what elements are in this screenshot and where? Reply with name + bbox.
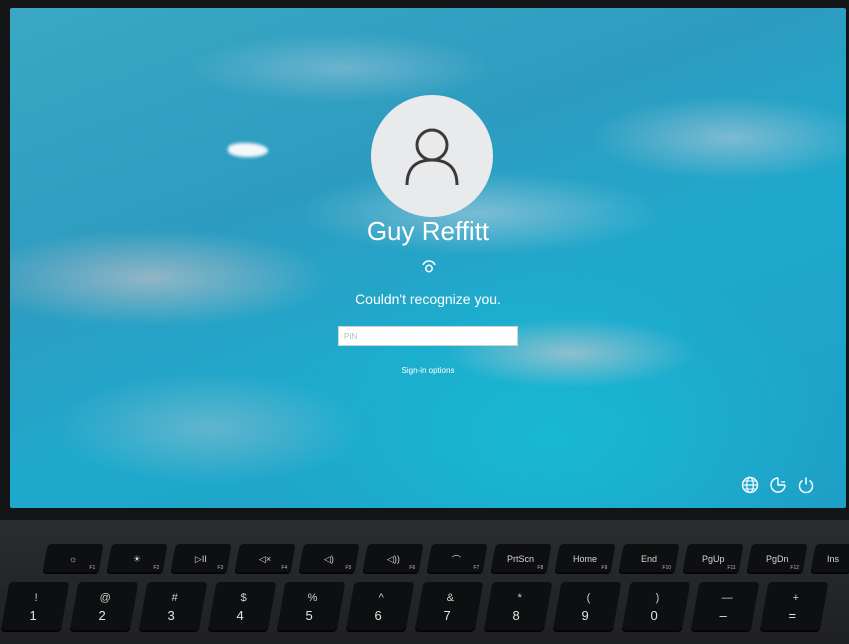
key-2[interactable]: @2	[69, 582, 139, 632]
key-label: 9	[581, 607, 590, 623]
key-fn-label: F2	[153, 565, 160, 571]
key-shift-label: &	[447, 591, 455, 604]
key-fn-label: F6	[409, 565, 416, 571]
key-f1[interactable]: ☼ F1	[42, 544, 104, 574]
laptop-bezel: Guy Reffitt Couldn't recognize you. Sign…	[0, 0, 849, 520]
key-shift-label: !	[35, 591, 39, 604]
background-highlight	[228, 143, 268, 157]
key-label: 1	[29, 607, 38, 623]
key-label: 5	[305, 607, 314, 623]
key-shift-label: $	[240, 591, 247, 604]
key-=[interactable]: + =	[759, 582, 829, 632]
key-fn-label: F9	[601, 565, 608, 571]
key-8[interactable]: * 8	[483, 582, 553, 632]
key-f3[interactable]: ▷II F3	[170, 544, 232, 574]
key-5[interactable]: % 5	[276, 582, 346, 632]
key-fn-label: F1	[89, 565, 96, 571]
key-shift-label: %	[307, 591, 318, 604]
key-label: Home	[572, 554, 597, 564]
accessibility-button[interactable]	[767, 474, 789, 496]
key-6[interactable]: ^ 6	[345, 582, 415, 632]
key-f6[interactable]: ◁)) F6	[362, 544, 424, 574]
key-9[interactable]: (9	[552, 582, 622, 632]
key-f5[interactable]: ◁) F5	[298, 544, 360, 574]
key-label: 8	[512, 607, 521, 623]
face-recognition-icon	[422, 260, 436, 273]
key-f12[interactable]: PgDn F12	[746, 544, 808, 574]
key-shift-label: ^	[379, 591, 385, 604]
key-1[interactable]: ! 1	[0, 582, 70, 632]
key-fn-label: F8	[537, 565, 544, 571]
key-label: 6	[374, 607, 383, 623]
power-button[interactable]	[795, 474, 817, 496]
key-shift-label: (	[586, 591, 591, 604]
key-f10[interactable]: End F10	[618, 544, 680, 574]
key-f11[interactable]: PgUp F11	[682, 544, 744, 574]
key-label: ⌒	[452, 554, 462, 565]
key-f4[interactable]: ◁× F4	[234, 544, 296, 574]
key-label: –	[719, 607, 728, 623]
key-–[interactable]: — –	[690, 582, 760, 632]
key-label: Ins	[826, 554, 839, 564]
power-icon	[798, 477, 814, 494]
network-button[interactable]	[739, 474, 761, 496]
key-fn-label: F3	[217, 565, 224, 571]
key-0[interactable]: ) 0	[621, 582, 691, 632]
key-label: PgDn	[765, 554, 789, 564]
user-avatar	[371, 95, 493, 217]
key-f8[interactable]: PrtScn F8	[490, 544, 552, 574]
key-label: PrtScn	[507, 554, 535, 564]
key-label: =	[788, 607, 797, 623]
key-shift-label: +	[792, 591, 799, 604]
key-label: ◁)	[324, 553, 334, 564]
key-label: PgUp	[701, 554, 725, 564]
key-fn-label: F12	[790, 565, 800, 571]
sign-in-options-link[interactable]: Sign-in options	[10, 366, 846, 375]
key-fn-label: F11	[727, 565, 736, 571]
key-f9[interactable]: Home F9	[554, 544, 616, 574]
globe-icon	[741, 476, 759, 494]
pin-input[interactable]	[338, 326, 518, 346]
key-label: ◁))	[386, 553, 400, 564]
key-label: ◁×	[258, 553, 272, 564]
accessibility-icon	[770, 477, 786, 493]
key-fn-label: F10	[662, 565, 672, 571]
key-label: 7	[443, 607, 452, 623]
key-label: 0	[650, 607, 659, 623]
key-fn-label: F5	[345, 565, 352, 571]
key-label: 4	[236, 607, 245, 623]
lock-screen: Guy Reffitt Couldn't recognize you. Sign…	[10, 8, 846, 508]
key-shift-label: *	[517, 591, 522, 604]
key-shift-label: )	[655, 591, 660, 604]
key-fn-label: F4	[281, 565, 288, 571]
key-label: ▷II	[195, 553, 207, 564]
recognition-status: Couldn't recognize you.	[355, 291, 501, 307]
keyboard: ☼ F1 ☀ F2 ▷II F3 ◁× F4 ◁) F5 ◁)) F6 ⌒ F7 PrtScn F8 Home F…	[0, 520, 849, 644]
key-ins[interactable]: Ins	[810, 544, 849, 574]
key-shift-label: @	[100, 591, 112, 604]
key-label: ☼	[68, 554, 78, 564]
key-label: End	[640, 554, 657, 564]
key-f7[interactable]: ⌒ F7	[426, 544, 488, 574]
key-shift-label: #	[171, 591, 178, 604]
user-name: Guy Reffitt	[366, 216, 490, 246]
key-shift-label: —	[721, 591, 733, 604]
key-label: ☀	[132, 553, 142, 564]
key-7[interactable]: & 7	[414, 582, 484, 632]
person-icon	[405, 128, 459, 186]
key-fn-label: F7	[473, 565, 480, 571]
key-4[interactable]: $4	[207, 582, 277, 632]
key-label: 3	[167, 607, 176, 623]
key-label: 2	[98, 607, 107, 623]
key-f2[interactable]: ☀ F2	[106, 544, 168, 574]
key-3[interactable]: #3	[138, 582, 208, 632]
